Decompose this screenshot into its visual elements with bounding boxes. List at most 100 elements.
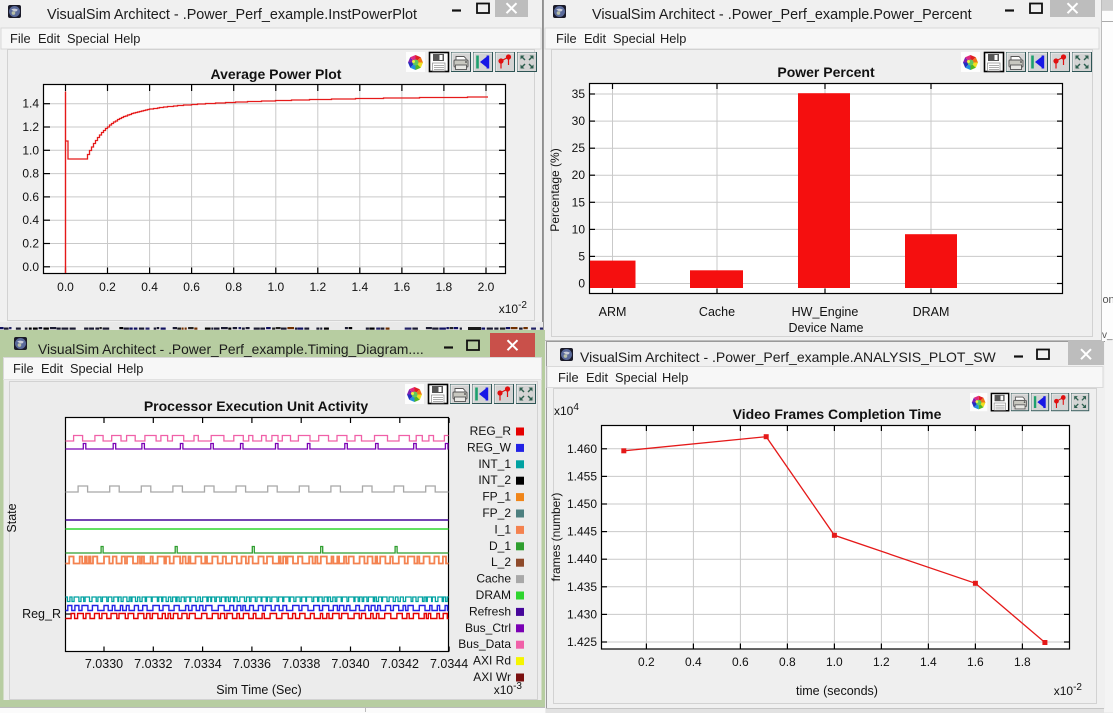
svg-text:D_1: D_1 <box>489 539 511 553</box>
svg-text:Sim Time (Sec): Sim Time (Sec) <box>216 683 301 697</box>
svg-text:1.440: 1.440 <box>567 552 597 566</box>
svg-text:5: 5 <box>578 249 585 263</box>
svg-text:7.0344: 7.0344 <box>430 657 468 671</box>
svg-text:1.450: 1.450 <box>567 497 597 511</box>
svg-text:1.0: 1.0 <box>826 655 843 669</box>
svg-text:1.4: 1.4 <box>22 97 39 111</box>
svg-text:File: File <box>10 31 31 46</box>
svg-text:7.0334: 7.0334 <box>183 657 221 671</box>
svg-text:time (seconds): time (seconds) <box>796 684 878 698</box>
svg-text:Average Power Plot: Average Power Plot <box>211 66 342 82</box>
svg-text:Refresh: Refresh <box>469 604 511 618</box>
svg-text:Help: Help <box>117 361 143 376</box>
svg-text:35: 35 <box>572 87 586 101</box>
svg-text:State: State <box>5 503 19 532</box>
svg-text:Edit: Edit <box>586 370 608 385</box>
svg-text:Edit: Edit <box>41 361 63 376</box>
svg-text:0.8: 0.8 <box>225 280 242 294</box>
svg-text:File: File <box>13 361 34 376</box>
svg-text:Processor Execution Unit Activ: Processor Execution Unit Activity <box>144 398 369 414</box>
svg-text:Bus_Data: Bus_Data <box>458 637 511 651</box>
svg-text:DRAM: DRAM <box>476 588 511 602</box>
svg-text:Help: Help <box>660 31 686 46</box>
svg-text:L_2: L_2 <box>491 555 511 569</box>
svg-text:Help: Help <box>114 31 140 46</box>
svg-text:VisualSim Architect - .Power_P: VisualSim Architect - .Power_Perf_exampl… <box>592 7 972 23</box>
svg-text:25: 25 <box>572 141 586 155</box>
svg-text:7.0332: 7.0332 <box>134 657 172 671</box>
svg-text:frames (number): frames (number) <box>549 493 563 582</box>
svg-text:Reg_R: Reg_R <box>22 607 61 621</box>
svg-text:0.4: 0.4 <box>22 213 39 227</box>
svg-text:1.460: 1.460 <box>567 442 597 456</box>
svg-text:10: 10 <box>572 222 586 236</box>
svg-text:15: 15 <box>572 195 586 209</box>
svg-text:VisualSim Architect - .Power_P: VisualSim Architect - .Power_Perf_exampl… <box>580 349 997 365</box>
svg-text:0.6: 0.6 <box>22 190 39 204</box>
svg-text:0.6: 0.6 <box>183 280 200 294</box>
svg-text:7.0342: 7.0342 <box>381 657 419 671</box>
svg-text:7.0338: 7.0338 <box>282 657 320 671</box>
svg-text:1.4: 1.4 <box>351 280 368 294</box>
svg-text:I_1: I_1 <box>494 522 511 536</box>
svg-text:Device Name: Device Name <box>788 321 863 335</box>
svg-text:1.8: 1.8 <box>1014 655 1031 669</box>
svg-text:1.455: 1.455 <box>567 469 597 483</box>
svg-text:0.4: 0.4 <box>141 280 158 294</box>
svg-text:7.0336: 7.0336 <box>233 657 271 671</box>
svg-text:VisualSim Architect - .Power_P: VisualSim Architect - .Power_Perf_exampl… <box>47 7 417 23</box>
svg-text:0.0: 0.0 <box>22 260 39 274</box>
svg-text:1.6: 1.6 <box>967 655 984 669</box>
svg-text:1.445: 1.445 <box>567 525 597 539</box>
svg-text:HW_Engine: HW_Engine <box>792 305 859 319</box>
svg-text:Special: Special <box>70 361 112 376</box>
svg-text:AXI Rd: AXI Rd <box>473 654 511 668</box>
svg-text:DRAM: DRAM <box>913 305 950 319</box>
svg-text:30: 30 <box>572 114 586 128</box>
svg-text:1.2: 1.2 <box>22 120 39 134</box>
svg-text:Edit: Edit <box>38 31 60 46</box>
svg-text:1.425: 1.425 <box>567 635 597 649</box>
svg-text:Video Frames Completion Time: Video Frames Completion Time <box>733 406 942 422</box>
svg-text:1.2: 1.2 <box>873 655 890 669</box>
svg-text:FP_1: FP_1 <box>482 490 511 504</box>
svg-text:Bus_Ctrl: Bus_Ctrl <box>465 621 511 635</box>
svg-text:Power Percent: Power Percent <box>777 64 875 80</box>
svg-text:1.4: 1.4 <box>920 655 937 669</box>
svg-text:Percentage (%): Percentage (%) <box>548 148 562 231</box>
svg-text:0.4: 0.4 <box>685 655 702 669</box>
svg-text:0: 0 <box>578 277 585 291</box>
svg-text:0.8: 0.8 <box>779 655 796 669</box>
svg-text:0.2: 0.2 <box>99 280 116 294</box>
svg-text:0.8: 0.8 <box>22 167 39 181</box>
svg-text:20: 20 <box>572 168 586 182</box>
svg-text:7.0330: 7.0330 <box>85 657 123 671</box>
svg-text:Special: Special <box>67 31 109 46</box>
svg-text:1.6: 1.6 <box>394 280 411 294</box>
svg-text:1.2: 1.2 <box>309 280 326 294</box>
svg-text:INT_1: INT_1 <box>478 457 511 471</box>
svg-text:Help: Help <box>662 370 688 385</box>
svg-text:REG_R: REG_R <box>470 424 512 438</box>
svg-text:Cache: Cache <box>699 305 735 319</box>
svg-text:1.435: 1.435 <box>567 580 597 594</box>
svg-text:FP_2: FP_2 <box>482 506 511 520</box>
svg-text:2.0: 2.0 <box>478 280 495 294</box>
svg-text:Special: Special <box>615 370 657 385</box>
svg-text:Special: Special <box>613 31 655 46</box>
svg-text:File: File <box>558 370 579 385</box>
svg-text:Edit: Edit <box>584 31 606 46</box>
svg-text:INT_2: INT_2 <box>478 473 511 487</box>
svg-text:File: File <box>556 31 577 46</box>
svg-text:7.0340: 7.0340 <box>331 657 369 671</box>
svg-text:1.430: 1.430 <box>567 607 597 621</box>
svg-text:1.0: 1.0 <box>267 280 284 294</box>
svg-text:Cache: Cache <box>476 572 511 586</box>
svg-text:0.2: 0.2 <box>22 237 39 251</box>
svg-text:0.6: 0.6 <box>732 655 749 669</box>
svg-text:REG_W: REG_W <box>467 440 512 454</box>
svg-text:1.8: 1.8 <box>436 280 453 294</box>
svg-text:AXI Wr: AXI Wr <box>473 670 511 684</box>
svg-text:0.0: 0.0 <box>57 280 74 294</box>
svg-text:1.0: 1.0 <box>22 143 39 157</box>
